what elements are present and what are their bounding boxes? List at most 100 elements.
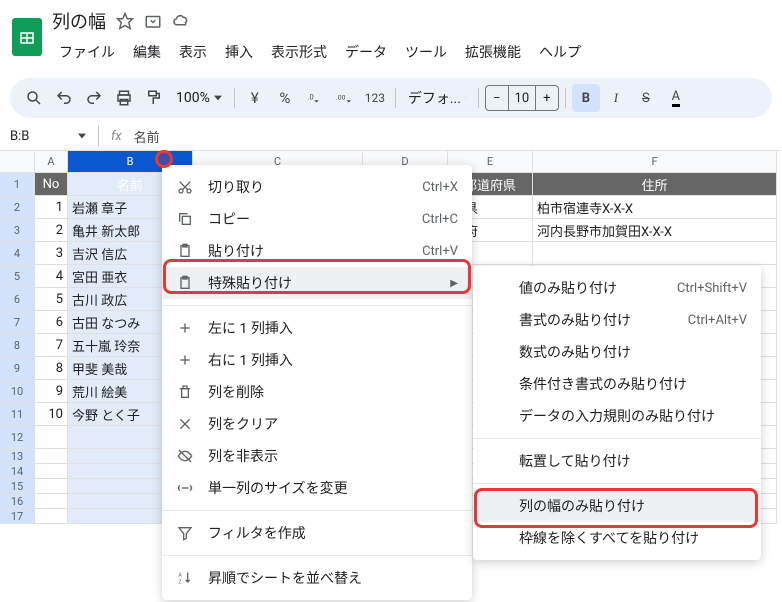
menu-item[interactable]: 列を削除 — [162, 376, 472, 408]
menu-item[interactable]: 転置して貼り付け — [473, 445, 761, 477]
menu-item[interactable]: AZ昇順でシートを並べ替え — [162, 562, 472, 594]
row-header[interactable]: 5 — [0, 265, 35, 288]
paint-format-icon[interactable] — [140, 84, 168, 112]
percent-icon[interactable]: % — [271, 84, 299, 112]
menu-item[interactable]: 数式のみ貼り付け — [473, 336, 761, 368]
header-cell[interactable]: 住所 — [533, 173, 777, 196]
search-icon[interactable] — [20, 84, 48, 112]
cell[interactable]: 10 — [35, 403, 68, 426]
row-header[interactable]: 14 — [0, 464, 35, 479]
row-header[interactable]: 9 — [0, 357, 35, 380]
namebox-dropdown-icon[interactable] — [78, 132, 86, 140]
menu-item[interactable]: 切り取りCtrl+X — [162, 171, 472, 203]
cell[interactable]: 5 — [35, 288, 68, 311]
font-size-plus[interactable]: + — [536, 86, 558, 110]
menu-item[interactable]: 特殊貼り付け▶ — [162, 267, 472, 299]
cell[interactable] — [35, 449, 68, 464]
menu-item[interactable]: 書式のみ貼り付けCtrl+Alt+V — [473, 304, 761, 336]
row-header[interactable]: 12 — [0, 426, 35, 449]
row-header[interactable]: 2 — [0, 196, 35, 219]
cell[interactable] — [533, 242, 777, 265]
strike-button[interactable]: S — [632, 84, 660, 112]
row-header[interactable]: 3 — [0, 219, 35, 242]
menu-item[interactable]: データの入力規則のみ貼り付け — [473, 400, 761, 432]
row-header[interactable]: 17 — [0, 509, 35, 524]
cell[interactable] — [35, 509, 68, 524]
menu-item[interactable]: コピーCtrl+C — [162, 203, 472, 235]
menu-編集[interactable]: 編集 — [126, 38, 168, 66]
currency-icon[interactable]: ¥ — [241, 84, 269, 112]
row-header[interactable]: 15 — [0, 479, 35, 494]
cell[interactable]: 2 — [35, 219, 68, 242]
row-header[interactable]: 1 — [0, 173, 35, 196]
menu-データ[interactable]: データ — [338, 38, 394, 66]
menu-item[interactable]: 貼り付けCtrl+V — [162, 235, 472, 267]
menu-item[interactable]: 単一列のサイズを変更 — [162, 472, 472, 504]
move-icon[interactable] — [144, 12, 162, 30]
row-header[interactable]: 7 — [0, 311, 35, 334]
num-format-icon[interactable]: 123 — [361, 84, 389, 112]
header-cell[interactable]: No — [35, 173, 68, 196]
dec-decrease-icon[interactable]: .0 — [301, 84, 329, 112]
row-header[interactable]: 4 — [0, 242, 35, 265]
cell[interactable]: 3 — [35, 242, 68, 265]
menu-item[interactable]: 値のみ貼り付けCtrl+Shift+V — [473, 272, 761, 304]
cell[interactable]: 8 — [35, 357, 68, 380]
italic-button[interactable]: I — [602, 84, 630, 112]
bold-button[interactable]: B — [572, 84, 600, 112]
font-select[interactable]: デフォ... — [402, 84, 472, 112]
doc-title[interactable]: 列の幅 — [52, 8, 106, 34]
menu-item-label: 条件付き書式のみ貼り付け — [519, 374, 747, 394]
row-header[interactable]: 6 — [0, 288, 35, 311]
menu-item[interactable]: 条件付き書式のみ貼り付け — [473, 368, 761, 400]
cell[interactable] — [35, 479, 68, 494]
menu-item[interactable]: フィルタを作成 — [162, 517, 472, 549]
menu-挿入[interactable]: 挿入 — [218, 38, 260, 66]
star-icon[interactable] — [116, 12, 134, 30]
menu-item[interactable]: 列の幅のみ貼り付け — [473, 490, 761, 522]
name-box[interactable]: B:B — [10, 129, 70, 144]
dec-increase-icon[interactable]: .00 — [331, 84, 359, 112]
text-color-button[interactable]: A — [662, 84, 690, 112]
cell[interactable]: 河内長野市加賀田X-X-X — [533, 219, 777, 242]
menu-拡張機能[interactable]: 拡張機能 — [458, 38, 528, 66]
formula-bar: B:B fx 名前 — [0, 122, 782, 151]
font-size-minus[interactable]: − — [486, 86, 508, 110]
zoom-select[interactable]: 100% — [170, 86, 228, 110]
cell[interactable] — [35, 494, 68, 509]
row-header[interactable]: 8 — [0, 334, 35, 357]
menu-ファイル[interactable]: ファイル — [52, 38, 122, 66]
row-header[interactable]: 16 — [0, 494, 35, 509]
menu-item[interactable]: 右に 1 列挿入 — [162, 344, 472, 376]
cell[interactable]: 6 — [35, 311, 68, 334]
print-icon[interactable] — [110, 84, 138, 112]
menu-表示[interactable]: 表示 — [172, 38, 214, 66]
menu-item-label: 転置して貼り付け — [519, 451, 747, 471]
col-header-F[interactable]: F — [533, 151, 777, 173]
menu-item[interactable]: 枠線を除くすべてを貼り付け — [473, 522, 761, 554]
font-size-value[interactable]: 10 — [508, 86, 536, 110]
cell[interactable]: 4 — [35, 265, 68, 288]
cell[interactable]: 柏市宿連寺X-X-X — [533, 196, 777, 219]
menu-item[interactable]: 列をクリア — [162, 408, 472, 440]
cell[interactable]: 7 — [35, 334, 68, 357]
menu-ヘルプ[interactable]: ヘルプ — [532, 38, 588, 66]
cloud-icon[interactable] — [172, 12, 190, 30]
cell[interactable]: 9 — [35, 380, 68, 403]
menu-ツール[interactable]: ツール — [398, 38, 454, 66]
row-header[interactable]: 11 — [0, 403, 35, 426]
row-header[interactable]: 13 — [0, 449, 35, 464]
cell[interactable] — [35, 464, 68, 479]
cell[interactable]: 1 — [35, 196, 68, 219]
row-header[interactable]: 10 — [0, 380, 35, 403]
redo-icon[interactable] — [80, 84, 108, 112]
formula-input[interactable]: 名前 — [134, 127, 160, 146]
menu-item[interactable]: 左に 1 列挿入 — [162, 312, 472, 344]
menu-item[interactable]: 列を非表示 — [162, 440, 472, 472]
menu-表示形式[interactable]: 表示形式 — [264, 38, 334, 66]
cell[interactable] — [35, 426, 68, 449]
sheets-logo[interactable] — [12, 18, 42, 56]
col-header-A[interactable]: A — [35, 151, 68, 173]
undo-icon[interactable] — [50, 84, 78, 112]
corner-cell[interactable] — [0, 151, 35, 173]
